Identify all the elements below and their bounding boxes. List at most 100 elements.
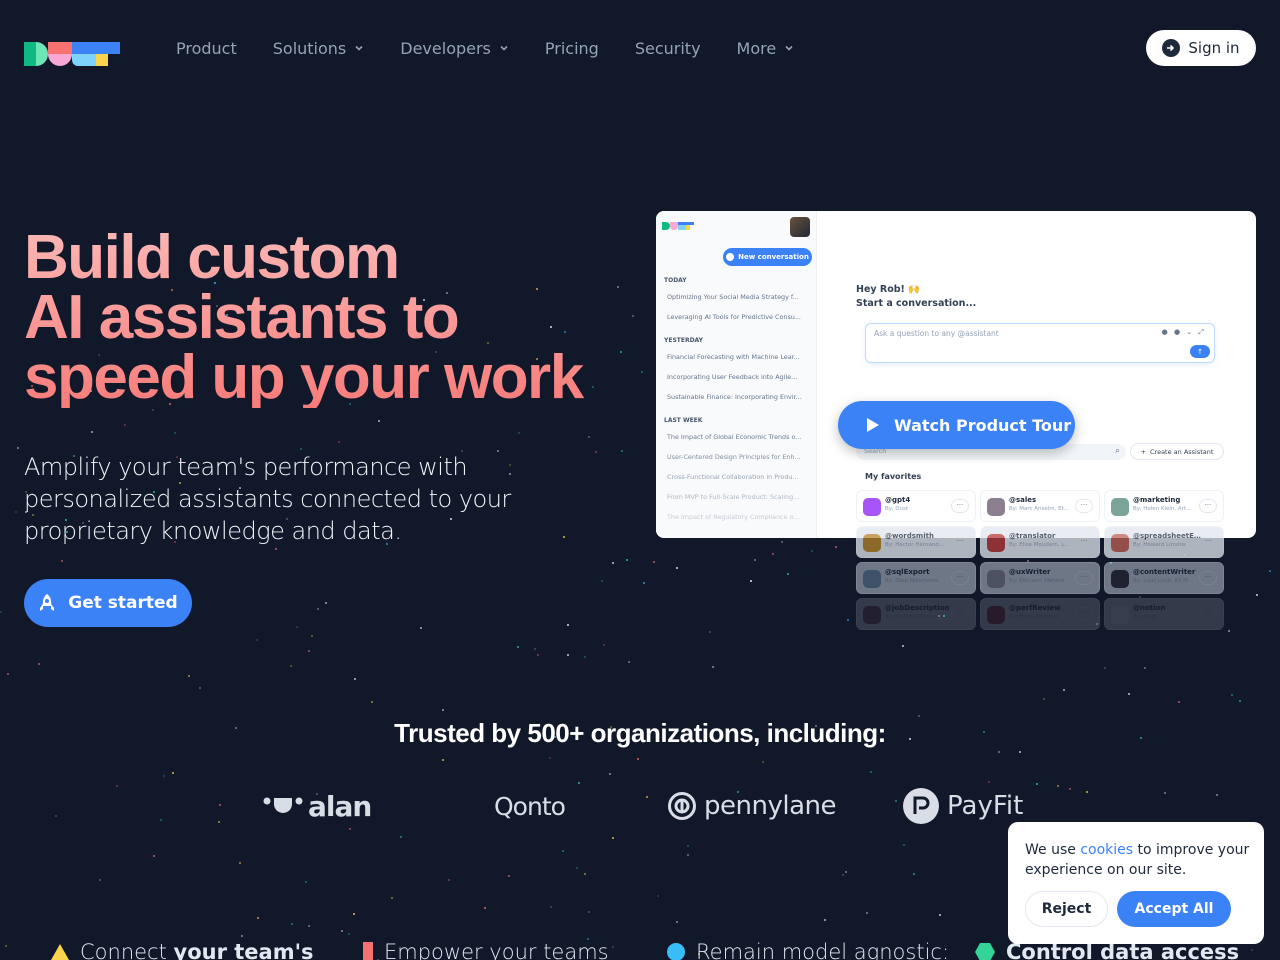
assistant-card[interactable]: @perfReview By: Henri Doubles ··· <box>980 598 1100 630</box>
assistant-card[interactable]: @wordsmith By: Hector Hernand... ··· <box>856 526 976 558</box>
assistant-avatar <box>863 606 881 624</box>
star <box>0 611 3 614</box>
star <box>611 837 614 840</box>
assistant-avatar <box>987 570 1005 588</box>
conversation-item[interactable]: Sustainable Finance: Incorporating Envir… <box>667 393 807 401</box>
star <box>1255 594 1258 597</box>
conversation-item[interactable]: Cross-Functional Collaboration in Produ.… <box>667 473 807 481</box>
input-tools-icons[interactable]: ● ● ⌄ ⤢ <box>1162 328 1206 337</box>
assistant-name: @sqlExport <box>885 568 930 576</box>
star <box>902 843 905 846</box>
more-options-icon[interactable]: ··· <box>1199 607 1217 621</box>
star <box>162 775 165 778</box>
star <box>390 897 393 900</box>
nav-developers[interactable]: Developers <box>400 39 509 58</box>
feature-text: Connect your team's <box>80 940 314 960</box>
assistant-card[interactable]: @spreadsheetEx... By: Howard Limons ··· <box>1104 526 1224 558</box>
cookies-link[interactable]: cookies <box>1080 842 1133 858</box>
star <box>241 935 244 938</box>
more-options-icon[interactable]: ··· <box>1199 499 1217 513</box>
nav-label: Product <box>176 38 237 58</box>
more-options-icon[interactable]: ··· <box>1075 607 1093 621</box>
nav-more[interactable]: More <box>737 39 795 58</box>
assistant-card[interactable]: @marketing By: Helen Klein, Art... ··· <box>1104 490 1224 522</box>
feature-item: Connect your team's <box>50 940 314 960</box>
star <box>448 878 451 881</box>
nav-label: Solutions <box>272 38 347 58</box>
star <box>709 630 712 633</box>
star <box>686 853 689 856</box>
alan-logo: alan <box>262 785 372 827</box>
chevron-down-icon <box>500 45 508 51</box>
assistant-author: By: Dust <box>885 506 908 512</box>
conversation-item[interactable]: The Impact of Global Economic Trends o..… <box>667 433 807 441</box>
preview-sidebar: New conversation TODAY Optimizing Your So… <box>656 211 817 538</box>
assistant-card[interactable]: @contentWriter By: Louz Linut, Eli M... ··… <box>1104 562 1224 594</box>
more-options-icon[interactable]: ··· <box>951 607 969 621</box>
star <box>300 447 303 450</box>
star <box>575 867 578 870</box>
sign-in-button[interactable]: Sign in <box>1146 30 1256 66</box>
star <box>1250 948 1253 951</box>
watch-product-tour-button[interactable]: Watch Product Tour <box>838 401 1075 449</box>
star <box>317 608 320 611</box>
hero-title-line: AI assistants to <box>24 283 459 352</box>
reject-cookies-button[interactable]: Reject <box>1025 891 1108 927</box>
create-assistant-button[interactable]: + Create an Assistant <box>1130 443 1224 460</box>
nav-pricing[interactable]: Pricing <box>545 39 599 58</box>
nav-product[interactable]: Product <box>176 39 237 58</box>
more-options-icon[interactable]: ··· <box>1199 535 1217 549</box>
user-avatar[interactable] <box>790 217 810 237</box>
more-options-icon[interactable]: ··· <box>951 571 969 585</box>
more-options-icon[interactable]: ··· <box>951 535 969 549</box>
sign-in-label: Sign in <box>1188 39 1240 57</box>
sign-in-arrow-icon <box>1162 39 1181 57</box>
assistant-card[interactable]: @notion By: Dust ··· <box>1104 598 1224 630</box>
assistant-card[interactable]: @sqlExport By: Olup Nikoltsens ··· <box>856 562 976 594</box>
get-started-button[interactable]: Get started <box>24 579 192 627</box>
assistant-card[interactable]: @gpt4 By: Dust ··· <box>856 490 976 522</box>
conversation-item[interactable]: User-Centered Design Principles for Enh.… <box>667 453 807 461</box>
nav-security[interactable]: Security <box>635 39 701 58</box>
nav-solutions[interactable]: Solutions <box>273 39 365 58</box>
more-options-icon[interactable]: ··· <box>1075 499 1093 513</box>
more-options-icon[interactable]: ··· <box>1075 535 1093 549</box>
new-conversation-button[interactable]: New conversation <box>723 248 812 266</box>
star <box>608 773 611 776</box>
conversation-item[interactable]: The Impact of Regulatory Compliance o... <box>667 513 807 521</box>
dust-logo[interactable] <box>24 36 120 66</box>
star <box>567 653 570 656</box>
nav-links: Product Solutions Developers Pricing Securit… <box>176 39 830 58</box>
send-button[interactable]: ↑ <box>1190 345 1210 358</box>
accept-all-cookies-button[interactable]: Accept All <box>1117 891 1231 927</box>
star <box>625 558 628 561</box>
star <box>1228 629 1231 632</box>
assistant-card[interactable]: @jobDescription By: DeTonis Poulard ··· <box>856 598 976 630</box>
conversation-item[interactable]: From MVP to Full-Scale Product: Scaling.… <box>667 493 807 501</box>
assistant-avatar <box>863 570 881 588</box>
conversation-item[interactable]: Optimizing Your Social Media Strategy f.… <box>667 293 807 301</box>
triangle-icon <box>51 944 69 960</box>
star <box>841 874 844 877</box>
assistant-author: By: DeTonis Poulard <box>885 614 939 620</box>
assistant-card[interactable]: @sales By: Marc Anselm, Et... ··· <box>980 490 1100 522</box>
more-options-icon[interactable]: ··· <box>1199 571 1217 585</box>
star <box>295 626 298 629</box>
conversation-item[interactable]: Incorporating User Feedback into Agile..… <box>667 373 807 381</box>
star <box>917 714 920 717</box>
assistant-input[interactable]: Ask a question to any @assistant ● ● ⌄ ⤢… <box>865 323 1215 363</box>
star <box>583 656 586 659</box>
star <box>352 912 355 915</box>
assistant-name: @contentWriter <box>1133 568 1196 576</box>
conversation-item[interactable]: Leveraging AI Tools for Predictive Consu… <box>667 313 807 321</box>
preview-logo <box>662 222 694 230</box>
assistant-card[interactable]: @translator By: Elise Moudern, L... ··· <box>980 526 1100 558</box>
assistant-card[interactable]: @uxWriter By: Edouard Walters ··· <box>980 562 1100 594</box>
star <box>91 430 94 433</box>
star <box>870 771 873 774</box>
more-options-icon[interactable]: ··· <box>951 499 969 513</box>
rocket-icon <box>40 594 55 611</box>
conversation-item[interactable]: Financial Forecasting with Machine Lear.… <box>667 353 807 361</box>
star <box>370 701 373 704</box>
more-options-icon[interactable]: ··· <box>1075 571 1093 585</box>
